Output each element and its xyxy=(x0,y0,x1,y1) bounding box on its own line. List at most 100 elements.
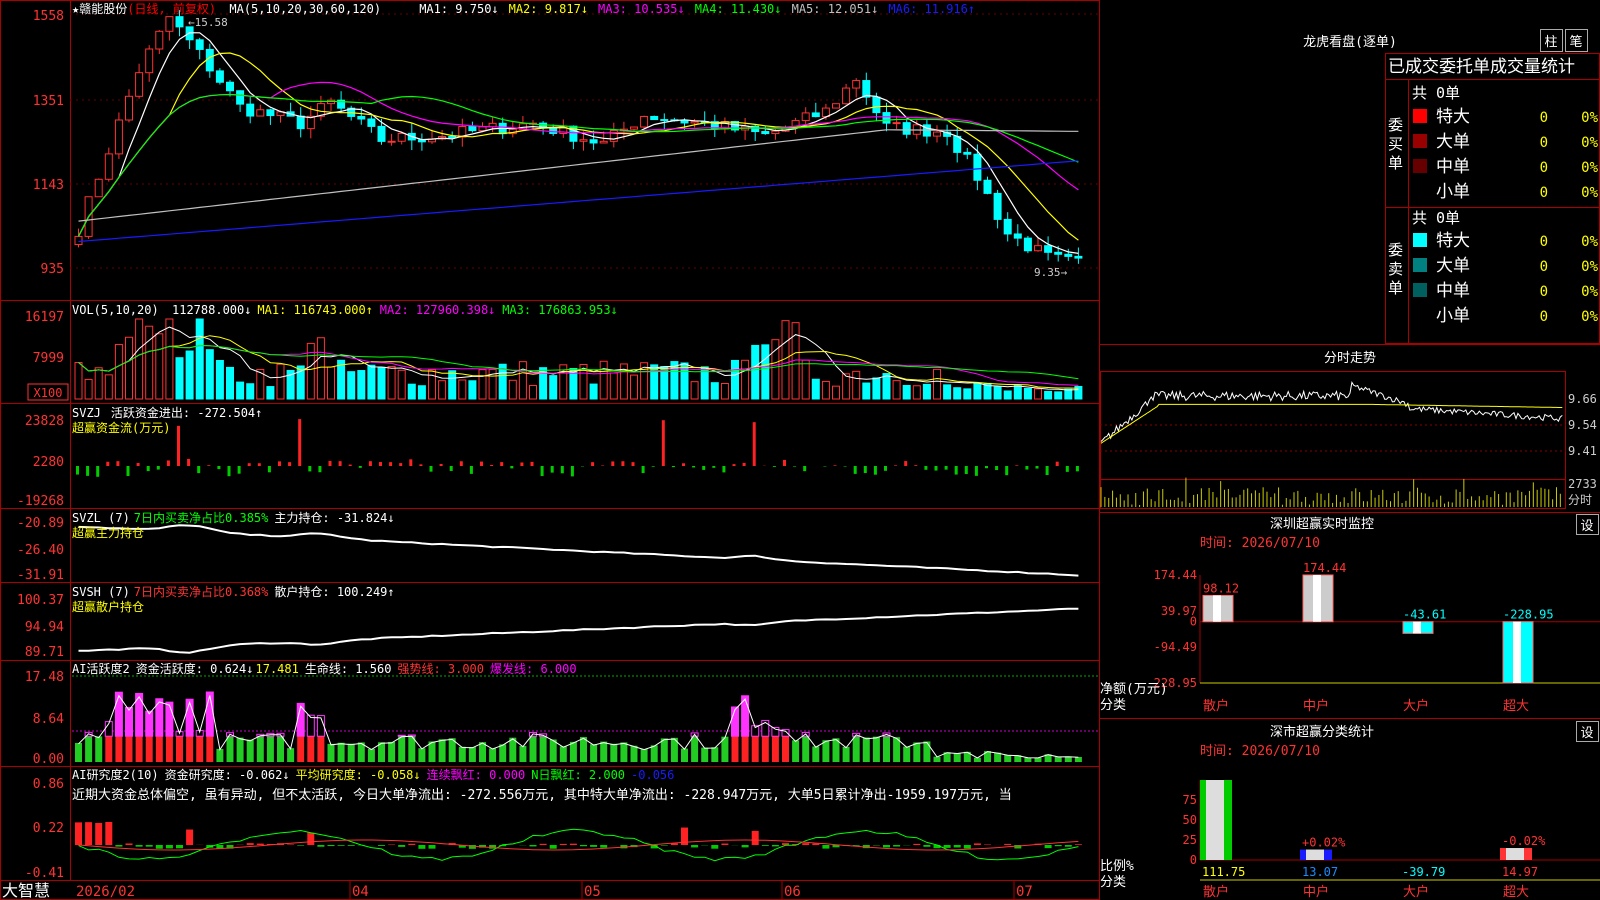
volume-bar xyxy=(801,359,810,400)
fund-flow-bar xyxy=(934,466,938,471)
volume-bar xyxy=(185,350,194,400)
volume-bar xyxy=(710,382,719,400)
fund-flow-bar xyxy=(1075,466,1079,472)
fl-axis-tick: 50 xyxy=(1183,813,1197,827)
ai2-note: 近期大资金总体偏空, 虽有异动, 但不太活跃, 今日大单净流出: -272.55… xyxy=(72,787,1012,803)
fund-flow-bar xyxy=(318,466,322,473)
research-bar xyxy=(539,843,547,845)
candle-body xyxy=(953,135,962,153)
order-row-pct: 0% xyxy=(1581,185,1598,201)
svg-text:-31.91: -31.91 xyxy=(17,568,64,583)
candle-body xyxy=(125,95,133,121)
price-tick: 1558 xyxy=(33,9,64,24)
volume-bar xyxy=(922,383,931,400)
order-row-label: 大单 xyxy=(1436,256,1470,276)
research-bar xyxy=(529,845,537,847)
research-bar xyxy=(751,830,759,845)
sz-bar-value: -228.95 xyxy=(1503,608,1554,622)
activity-bar xyxy=(872,736,880,762)
candle-body xyxy=(973,153,982,181)
candle-body xyxy=(963,151,972,155)
volume-bar xyxy=(963,388,972,400)
research-bar xyxy=(145,845,153,847)
research-bar xyxy=(327,845,335,847)
category-settings-label[interactable]: 设 xyxy=(1580,726,1593,741)
fl-bar-value: 111.75 xyxy=(1202,865,1245,879)
fund-flow-bar xyxy=(863,466,867,474)
activity-bar xyxy=(812,746,820,762)
candle-body xyxy=(236,90,245,105)
fl-category: 中户 xyxy=(1303,884,1329,900)
buy-group-label: 委买单 xyxy=(1388,116,1403,172)
research-bar xyxy=(378,845,385,846)
sz-bar-chart: 174.4439.970-94.49-228.95净额(万元)分类98.12散户… xyxy=(1100,561,1600,714)
volume-bar xyxy=(609,372,618,400)
fund-flow-bar xyxy=(550,466,554,473)
research-bar xyxy=(297,845,305,846)
svg-text:-0.41: -0.41 xyxy=(25,866,64,881)
order-row-label: 特大 xyxy=(1436,231,1470,251)
legend-swatch xyxy=(1413,283,1427,297)
sz-category: 中户 xyxy=(1303,698,1329,714)
activity-bar xyxy=(347,743,355,762)
low-marker: 9.35→ xyxy=(1034,266,1068,279)
sz-settings-label[interactable]: 设 xyxy=(1580,519,1593,534)
vol-value: MA1: 116743.000↑ xyxy=(257,303,373,317)
fl-category: 大户 xyxy=(1403,884,1429,900)
volume-bar xyxy=(821,380,830,400)
price-tick: 935 xyxy=(41,262,64,277)
research-bar xyxy=(1054,845,1062,847)
fund-flow-bar xyxy=(611,461,615,466)
fund-flow-bar xyxy=(389,462,393,466)
volume-bar xyxy=(377,366,386,400)
fund-flow-bar xyxy=(257,463,261,466)
order-row-label: 小单 xyxy=(1436,306,1470,326)
activity-bar xyxy=(196,736,204,762)
order-row-label: 中单 xyxy=(1436,157,1470,177)
fund-flow-bar xyxy=(500,462,504,466)
fl-bar-value: -39.79 xyxy=(1402,865,1445,879)
ai1-axis: 17.48 8.64 0.00 xyxy=(25,670,64,767)
fund-flow-bar xyxy=(146,466,150,472)
fund-flow-bar xyxy=(207,465,211,466)
fund-flow-bar xyxy=(237,466,241,474)
activity-bar xyxy=(852,736,860,762)
fund-flow-bar xyxy=(894,465,898,466)
tick-view-label[interactable]: 笔 xyxy=(1569,34,1582,50)
order-row-count: 0 xyxy=(1540,259,1548,275)
ma-line xyxy=(77,52,1079,241)
column-view-label[interactable]: 柱 xyxy=(1544,35,1557,50)
research-bar xyxy=(135,845,143,847)
activity-bar xyxy=(75,742,82,762)
fund-flow-bar xyxy=(116,461,120,466)
research-bar xyxy=(347,845,355,846)
svsh-axis: 100.37 94.94 89.71 xyxy=(17,593,64,660)
ma-value: MA5: 12.051↓ xyxy=(792,2,879,16)
candle-body xyxy=(114,119,123,155)
fund-flow-bar xyxy=(924,466,928,470)
fund-flow-bars xyxy=(76,419,1079,477)
activity-bar xyxy=(236,737,244,762)
order-row-pct: 0% xyxy=(1581,284,1598,300)
fund-flow-bar xyxy=(732,464,736,466)
vol-unit[interactable]: X100 xyxy=(34,386,63,400)
sz-time: 时间: 2026/07/10 xyxy=(1200,536,1320,551)
fund-flow-bar xyxy=(742,462,746,466)
research-bar xyxy=(246,843,254,845)
order-row-count: 0 xyxy=(1540,160,1548,176)
volume-bar xyxy=(215,359,224,400)
volume-bar xyxy=(205,349,214,400)
activity-bar xyxy=(771,736,779,762)
order-row-pct: 0% xyxy=(1581,259,1598,275)
fund-flow-bar xyxy=(671,466,675,468)
activity-bar xyxy=(822,740,830,762)
research-bar xyxy=(337,845,345,846)
svzl-sub: 超赢主力持仓 xyxy=(72,525,144,540)
svzj-header: SVZJ 活跃资金进出: -272.504↑ xyxy=(72,405,262,420)
fund-flow-bar xyxy=(459,461,463,466)
lhb-title: 龙虎看盘(逐单) xyxy=(1303,34,1397,50)
vol-tick: 7999 xyxy=(33,351,64,366)
fl-y-label: 比例% xyxy=(1100,859,1134,874)
activity-bar xyxy=(913,742,921,762)
candle-body xyxy=(145,48,154,74)
